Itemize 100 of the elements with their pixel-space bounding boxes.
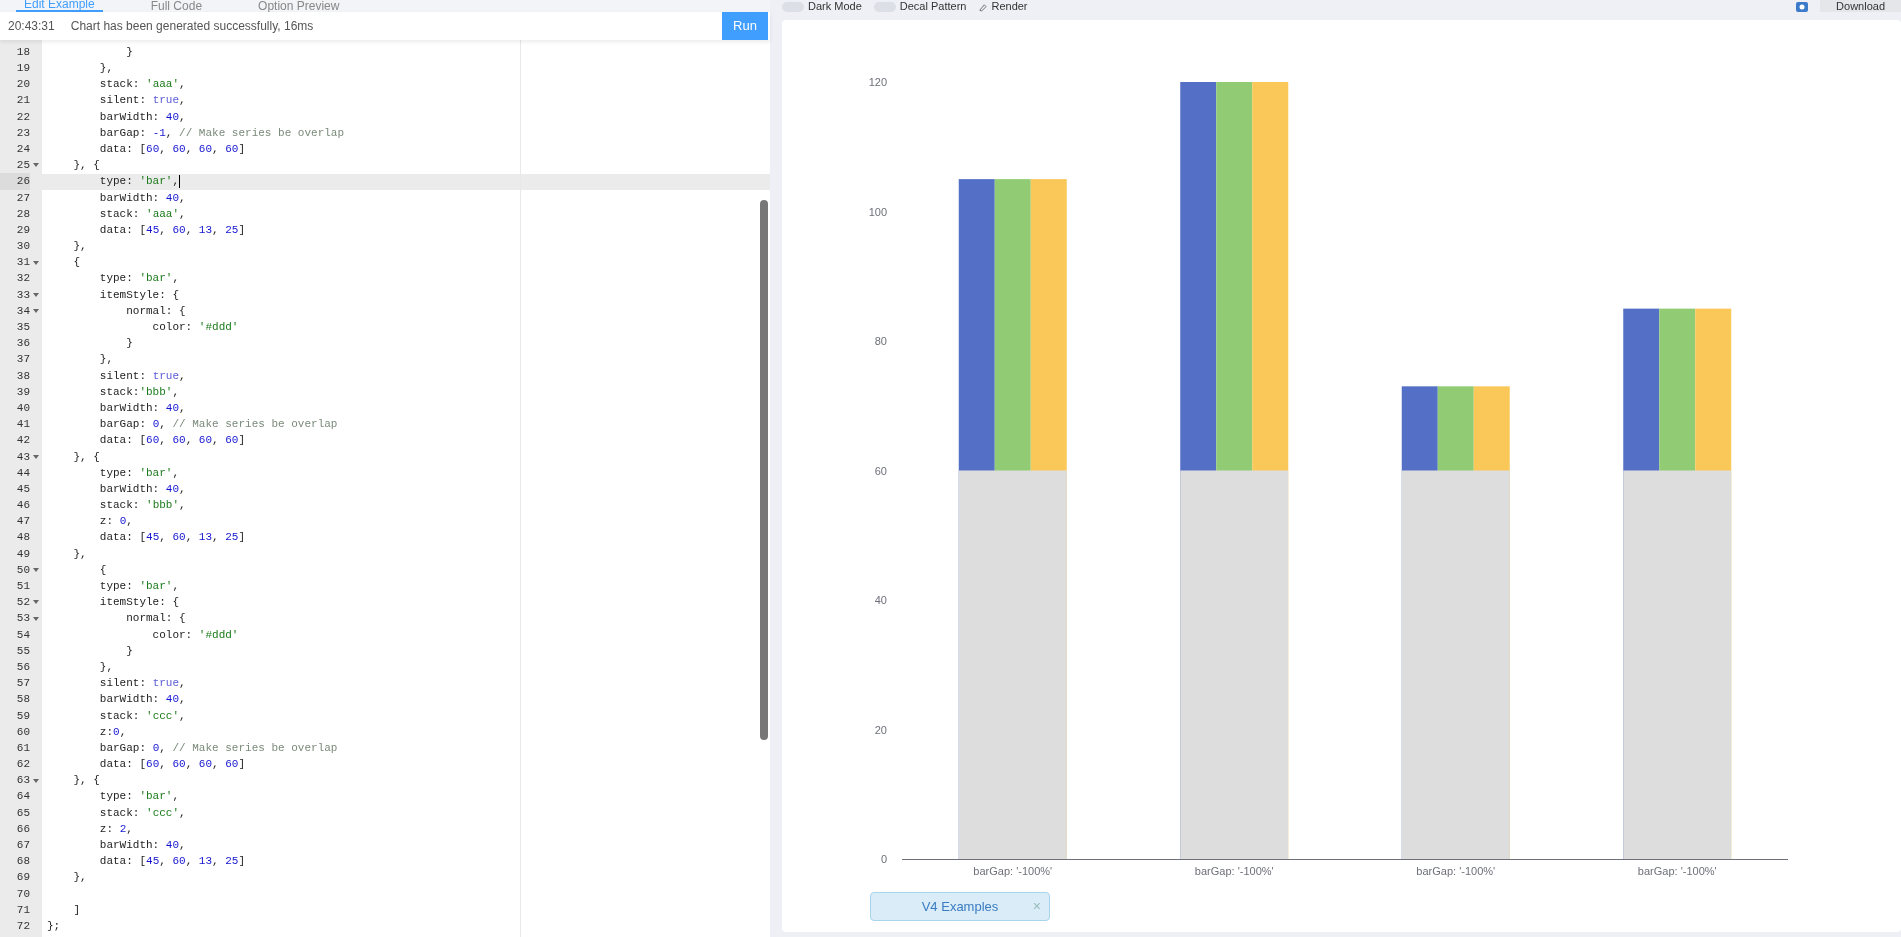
line-number: 30 [15,239,30,255]
editor-tab[interactable]: Option Preview [250,0,348,12]
y-tick-label: 80 [874,335,887,347]
code-line: }, [98,659,113,675]
code-line: z: 2, [98,821,133,837]
code-line: { [98,562,107,578]
line-number: 70 [15,886,30,902]
line-number: 58 [15,692,30,708]
y-tick-label: 60 [874,464,887,477]
code-line: }, [98,352,113,368]
x-category-label: barGap: '-100%' [1637,865,1717,877]
code-line: data: [60, 60, 60, 60] [98,433,246,449]
code-line: }, { [72,449,100,465]
line-number: 21 [15,93,30,109]
line-number: 60 [15,724,30,740]
toggle-label: Decal Pattern [899,1,967,12]
line-number: 18 [15,44,30,60]
fold-icon[interactable] [33,309,39,314]
x-category-label: barGap: '-100%' [1416,865,1496,877]
line-number: 42 [15,433,30,449]
line-number: 57 [15,676,30,692]
line-number: 54 [15,627,30,643]
filter-tag[interactable]: V4 Examples × [870,892,1050,921]
line-number: 41 [15,417,30,433]
code-line: } [125,336,133,352]
code-line: normal: { [125,303,186,319]
line-number: 22 [15,109,30,125]
editor-tab[interactable]: Full Code [142,0,211,12]
y-tick-label: 0 [880,853,887,865]
line-number: 61 [15,740,30,756]
code-line: data: [45, 60, 13, 25] [98,530,246,546]
code-line: stack: 'ccc', [98,708,186,724]
code-line: barWidth: 40, [98,190,186,206]
line-number: 28 [15,206,30,222]
line-number: 46 [15,498,30,514]
line-number: 65 [15,805,30,821]
line-number: 72 [15,918,30,934]
line-number: 49 [15,546,30,562]
line-number: 34 [15,303,30,319]
code-line: barGap: 0, // Make series be overlap [98,417,338,433]
fold-icon[interactable] [33,600,39,605]
code-line: } [125,44,133,60]
fold-icon[interactable] [33,260,39,265]
line-number: 24 [15,141,30,157]
line-number: 27 [15,190,30,206]
code-line: data: [60, 60, 60, 60] [98,757,246,773]
code-line: stack: 'aaa', [98,77,186,93]
y-tick-label: 120 [868,76,887,88]
line-number: 69 [15,870,30,886]
line-number: 56 [15,659,30,675]
close-icon[interactable]: × [1032,896,1041,917]
code-line: color: '#ddd' [151,320,239,336]
code-line: silent: true, [98,93,186,109]
code-line: type: 'bar', [98,789,180,805]
line-number: 39 [15,384,30,400]
fold-icon[interactable] [33,454,39,459]
code-line: barGap: -1, // Make series be overlap [98,125,345,141]
line-number: 29 [15,222,30,238]
line-number: 68 [15,854,30,870]
code-line: data: [45, 60, 13, 25] [98,854,246,870]
line-number: 44 [15,465,30,481]
code-line: stack: 'bbb', [98,498,186,514]
code-line: data: [60, 60, 60, 60] [98,141,246,157]
line-number: 32 [15,271,30,287]
run-button[interactable]: Run [722,12,768,40]
render-link[interactable]: Render [978,1,1028,12]
code-line: type: 'bar', [98,579,180,595]
code-line: }, { [72,158,100,174]
line-number: 43 [15,449,30,465]
fold-icon[interactable] [33,568,39,573]
line-number: 66 [15,821,30,837]
line-number: 62 [15,757,30,773]
code-line: data: [45, 60, 13, 25] [98,222,246,238]
scrollbar[interactable] [760,200,768,740]
line-number: 55 [15,643,30,659]
line-number: 52 [15,595,30,611]
y-tick-label: 100 [868,205,887,218]
code-line: }, [72,870,87,886]
code-line: barGap: 0, // Make series be overlap [98,740,338,756]
code-line: normal: { [125,611,186,627]
line-number: 48 [15,530,30,546]
line-number: 33 [15,287,30,303]
code-line: silent: true, [98,676,186,692]
code-line: ] [72,902,80,918]
line-number: 40 [15,400,30,416]
line-number: 51 [15,579,30,595]
download-button[interactable]: Download [1820,0,1901,12]
fold-icon[interactable] [33,778,39,783]
code-line: z:0, [98,724,127,740]
fold-icon[interactable] [33,292,39,297]
code-line: itemStyle: { [98,287,180,303]
x-category-label: barGap: '-100%' [1194,865,1274,877]
x-category-label: barGap: '-100%' [973,865,1053,877]
fold-icon[interactable] [33,616,39,621]
line-number: 25 [15,158,30,174]
fold-icon[interactable] [33,163,39,168]
code-line: barWidth: 40, [98,692,186,708]
code-line: type: 'bar', [98,271,180,287]
code-line: }; [46,918,61,934]
code-line: }, [72,546,87,562]
